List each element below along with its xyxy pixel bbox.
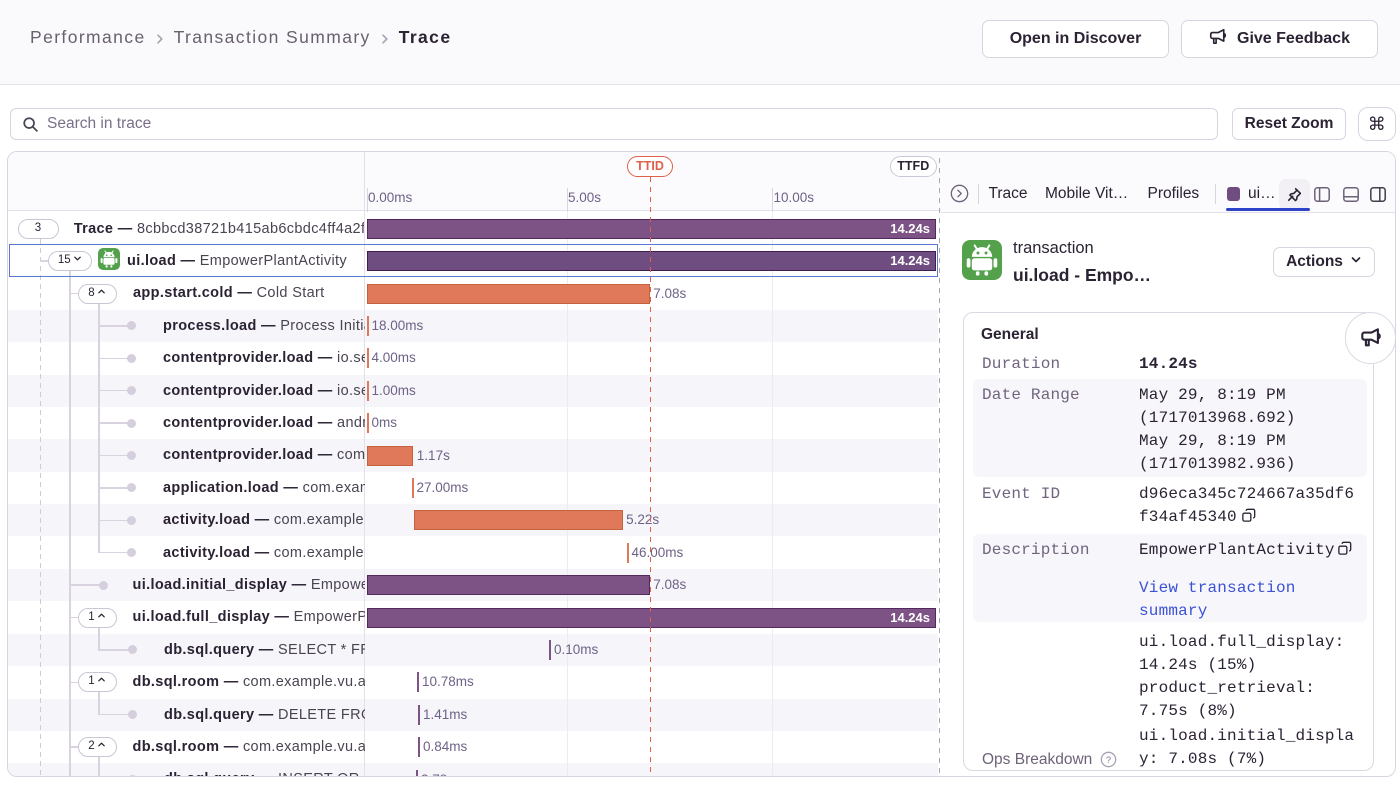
- svg-text:?: ?: [1105, 754, 1110, 765]
